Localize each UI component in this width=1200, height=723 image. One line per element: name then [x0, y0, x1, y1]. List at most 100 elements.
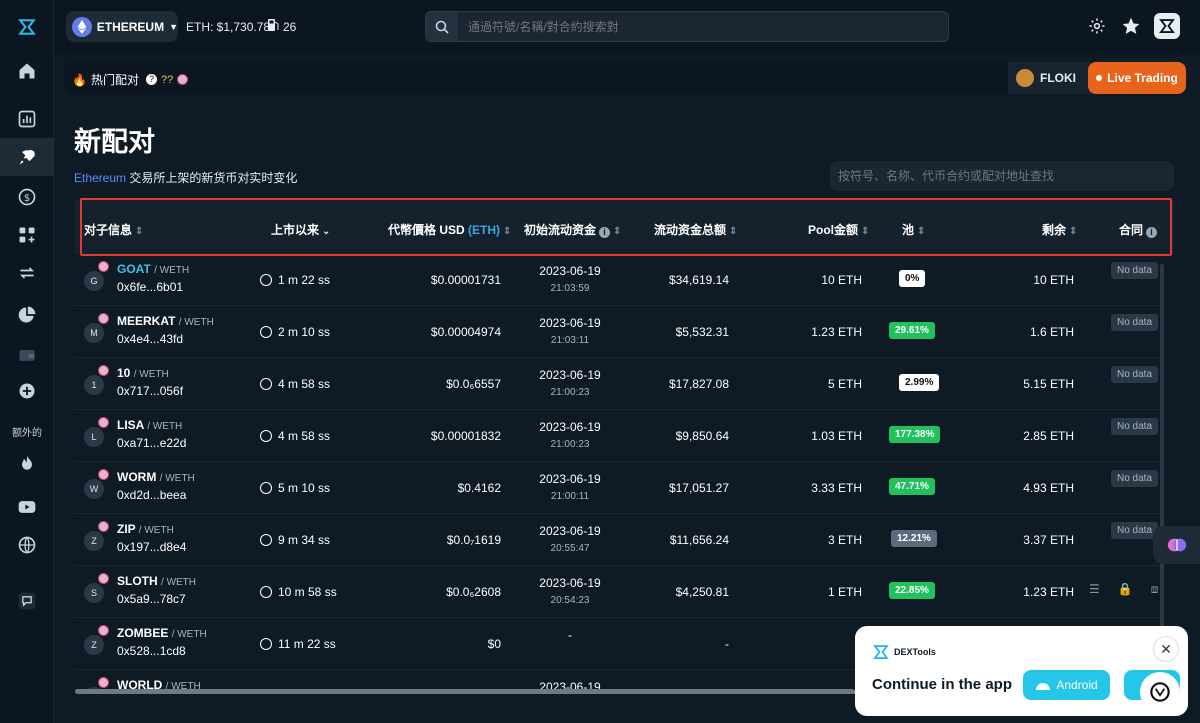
pair-address[interactable]: 0x528...1cd8 [117, 644, 186, 658]
pair-address[interactable]: 0xa71...e22d [117, 436, 186, 450]
vertical-scrollbar[interactable] [1160, 264, 1164, 684]
dollar-circle-icon[interactable]: $ [0, 178, 54, 216]
init-liq-date: 2023-06-19 [539, 316, 601, 330]
fire-icon[interactable] [0, 444, 54, 482]
clock-icon [260, 586, 272, 598]
remaining-amount: 1.6 ETH [1029, 325, 1074, 339]
table-row[interactable]: Z ZIP / WETH 0x197...d8e4 9 m 34 ss $0.0₇161… [74, 514, 1164, 566]
gas-pump-icon [268, 19, 279, 34]
android-icon [1036, 683, 1051, 690]
token-badge-icon [98, 573, 109, 584]
listed-age-text: 4 m 58 ss [278, 429, 331, 443]
hot-token-floki[interactable]: FLOKI [1008, 62, 1092, 94]
quote-token: / WETH [161, 577, 197, 588]
plus-circle-icon[interactable] [0, 372, 54, 410]
pair-address[interactable]: 0x5a9...78c7 [117, 592, 186, 606]
header-highlight-box [80, 198, 1172, 256]
token-avatar-letter: S [90, 588, 97, 598]
gas-price: 26 [268, 19, 296, 34]
chat-assistant-icon[interactable] [1140, 672, 1180, 712]
token-avatar: M [84, 323, 104, 343]
pie-chart-icon[interactable] [0, 296, 54, 334]
hot-pairs-title: 热门配对 [90, 73, 139, 87]
pair-address[interactable]: 0x197...d8e4 [117, 540, 186, 554]
pool-percent-badge: 29.61% [889, 322, 935, 339]
pair-address[interactable]: 0xd2d...beea [117, 488, 186, 502]
search-icon[interactable] [426, 12, 458, 41]
pair-filter-input[interactable] [830, 161, 1170, 191]
token-avatar-letter: Z [91, 536, 97, 546]
rocket-icon[interactable] [0, 138, 54, 176]
quote-token: / WETH [147, 421, 183, 432]
token-symbol[interactable]: ZIP / WETH [117, 522, 174, 536]
listed-age: 5 m 10 ss [260, 481, 330, 495]
listed-age: 10 m 58 ss [260, 585, 337, 599]
token-avatar: W [84, 479, 104, 499]
home-icon[interactable] [0, 52, 54, 90]
pool-amount: 3.33 ETH [811, 481, 862, 495]
token-badge-icon [98, 365, 109, 376]
assistant-float-button[interactable] [1153, 526, 1200, 564]
pair-filter[interactable] [830, 161, 1174, 191]
apps-add-icon[interactable] [0, 216, 54, 254]
table-row[interactable]: L LISA / WETH 0xa71...e22d 4 m 58 ss $0.0000… [74, 410, 1164, 462]
chart-bar-icon[interactable] [0, 100, 54, 138]
android-button[interactable]: Android [1023, 670, 1110, 700]
youtube-icon[interactable] [0, 488, 54, 526]
profile-logo-icon[interactable] [1154, 13, 1180, 39]
wallet-icon[interactable] [0, 336, 54, 374]
top-bar: ETHEREUM ▼ ETH: $1,730.78 26 [54, 0, 1200, 54]
init-liq-date: 2023-06-19 [539, 368, 601, 382]
token-badge-icon [98, 521, 109, 532]
table-row[interactable]: W WORM / WETH 0xd2d...beea 5 m 10 ss $0.4162… [74, 462, 1164, 514]
total-liquidity: $11,656.24 [669, 533, 729, 547]
lock-icon[interactable]: 🔒 [1118, 582, 1133, 597]
table-row[interactable]: M MEERKAT / WETH 0x4e4...43fd 2 m 10 ss $0.0… [74, 306, 1164, 358]
remaining-amount: 1.23 ETH [1023, 585, 1074, 599]
token-avatar: 1 [84, 375, 104, 395]
horizontal-scrollbar[interactable] [75, 689, 855, 694]
pair-address[interactable]: 0x6fe...6b01 [117, 280, 183, 294]
token-symbol[interactable]: GOAT / WETH [117, 262, 189, 276]
star-icon[interactable] [1120, 15, 1142, 37]
token-symbol-text: SLOTH [117, 574, 158, 588]
quote-token: / WETH [178, 317, 214, 328]
token-symbol[interactable]: WORM / WETH [117, 470, 195, 484]
token-price: $0.00004974 [430, 325, 501, 339]
token-symbol[interactable]: SLOTH / WETH [117, 574, 196, 588]
subtitle-chain-link[interactable]: Ethereum [74, 171, 126, 185]
dextools-logo-icon [873, 645, 889, 659]
search-bar[interactable] [425, 11, 949, 42]
dextools-logo-icon[interactable] [0, 8, 54, 46]
pair-address[interactable]: 0x4e4...43fd [117, 332, 183, 346]
init-liq-time: 21:00:11 [550, 491, 590, 502]
hot-pairs-bar: 🔥 热门配对 ? ?? FLOKI Live Trading [64, 62, 1186, 94]
table-row[interactable]: 1 10 / WETH 0x717...056f 4 m 58 ss $0.0₆6557… [74, 358, 1164, 410]
swap-icon[interactable] [0, 254, 54, 292]
table-row[interactable]: G GOAT / WETH 0x6fe...6b01 1 m 22 ss $0.0000… [74, 254, 1164, 306]
token-symbol[interactable]: MEERKAT / WETH [117, 314, 214, 328]
token-avatar-letter: W [89, 484, 99, 494]
pool-percent-badge: 22.85% [889, 582, 935, 599]
total-liquidity: $4,250.81 [675, 585, 729, 599]
token-symbol[interactable]: LISA / WETH [117, 418, 182, 432]
pair-address[interactable]: 0x717...056f [117, 384, 183, 398]
init-liq-time: 20:54:23 [550, 595, 590, 606]
brain-icon [1167, 538, 1186, 552]
table-row[interactable]: S SLOTH / WETH 0x5a9...78c7 10 m 58 ss $0.0₆… [74, 566, 1164, 618]
token-symbol[interactable]: 10 / WETH [117, 366, 169, 380]
share-icon[interactable]: ⧈ [1151, 582, 1159, 597]
feedback-icon[interactable] [0, 582, 54, 620]
live-trading-label: Live Trading [1107, 71, 1178, 85]
search-input[interactable] [458, 19, 938, 34]
globe-icon[interactable] [0, 526, 54, 564]
layers-icon[interactable]: ☰ [1089, 582, 1100, 597]
token-symbol[interactable]: ZOMBEE / WETH [117, 626, 207, 640]
help-icon[interactable]: ? [145, 74, 157, 85]
live-trading-button[interactable]: Live Trading [1088, 62, 1186, 94]
gear-icon[interactable] [1086, 15, 1108, 37]
chain-selector[interactable]: ETHEREUM ▼ [66, 11, 178, 42]
close-icon[interactable]: ✕ [1153, 636, 1179, 662]
init-liq-time: 20:55:47 [550, 543, 590, 554]
init-liq-date: 2023-06-19 [539, 420, 601, 434]
